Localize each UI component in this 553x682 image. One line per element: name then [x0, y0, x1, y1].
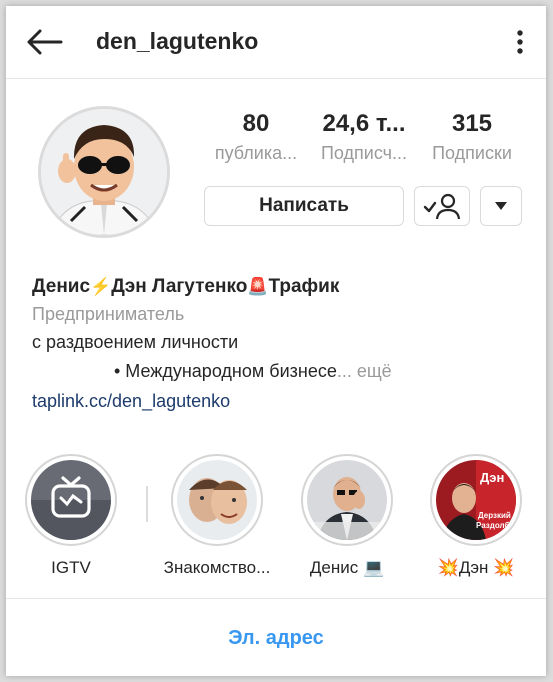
- avatar-image: [41, 109, 167, 235]
- highlight-photo: Дэн Дерзкий Раздолба: [436, 460, 516, 540]
- full-name: Денис⚡Дэн Лагутенко🚨Трафик: [32, 274, 522, 300]
- name-part-third: Трафик: [268, 276, 340, 297]
- highlight-denis[interactable]: Денис 💻: [282, 454, 412, 578]
- posts-label: публика...: [214, 143, 298, 163]
- suggested-dropdown-button[interactable]: [480, 186, 522, 226]
- highlight-photo: [177, 460, 257, 540]
- back-button[interactable]: [24, 24, 64, 60]
- bio-text-line-2-content: • Международном бизнесе: [114, 361, 337, 381]
- highlight-image: [177, 460, 257, 540]
- highlight-image: [31, 460, 111, 540]
- bio-text-line-2: • Международном бизнесе... ещё: [32, 357, 522, 386]
- user-check-icon: [423, 193, 461, 220]
- highlight-ring: [25, 454, 117, 546]
- profile-screen: den_lagutenko 80 публика... 24,6 т... По…: [6, 6, 546, 676]
- followers-label: Подписч...: [320, 143, 408, 163]
- following-count: 315: [451, 110, 493, 137]
- highlight-label: 💥Дэн 💥: [437, 558, 515, 577]
- page-title: den_lagutenko: [96, 28, 259, 54]
- stat-posts[interactable]: 80 публика...: [203, 109, 309, 164]
- highlight-label: IGTV: [51, 558, 91, 577]
- story-highlights: IGTV Знакомство... Денис 💻 Дэн Дерзкий Р…: [6, 454, 546, 584]
- profile-bio: Денис⚡Дэн Лагутенко🚨Трафик Предпринимате…: [32, 274, 522, 416]
- top-bar: den_lagutenko: [6, 6, 546, 79]
- following-button[interactable]: [414, 186, 470, 226]
- stat-followers[interactable]: 24,6 т... Подписч...: [311, 109, 417, 164]
- email-button[interactable]: Эл. адрес: [228, 627, 324, 650]
- back-arrow-icon: [27, 29, 63, 55]
- bio-website-link[interactable]: taplink.cc/den_lagutenko: [32, 386, 522, 416]
- siren-emoji: 🚨: [247, 277, 269, 296]
- igtv-icon: [31, 460, 111, 540]
- highlight-image-caption-2: Раздолба: [476, 521, 514, 530]
- following-label: Подписки: [432, 143, 512, 163]
- highlight-ring: Дэн Дерзкий Раздолба: [430, 454, 522, 546]
- lightning-emoji: ⚡: [90, 277, 112, 296]
- highlights-divider: [146, 486, 148, 522]
- name-part-second: Дэн Лагутенко: [111, 276, 248, 297]
- highlight-ring: [171, 454, 263, 546]
- bio-more-link[interactable]: ... ещё: [337, 361, 392, 381]
- highlight-label: Денис 💻: [309, 558, 385, 577]
- highlight-igtv[interactable]: IGTV: [6, 454, 136, 578]
- bio-text-line-1: с раздвоением личности: [32, 332, 239, 352]
- name-part-first: Денис: [32, 276, 91, 297]
- options-button[interactable]: [508, 24, 532, 60]
- highlight-image-caption-1: Дерзкий: [478, 511, 511, 520]
- avatar[interactable]: [38, 106, 170, 238]
- highlight-ring: [301, 454, 393, 546]
- highlight-image: [307, 460, 387, 540]
- followers-count: 24,6 т...: [322, 110, 406, 137]
- highlight-acquaintance[interactable]: Знакомство...: [152, 454, 282, 578]
- more-vertical-icon: [517, 30, 523, 54]
- highlight-image-title: Дэн: [480, 470, 504, 485]
- profile-category: Предприниматель: [32, 304, 185, 324]
- highlight-photo: [307, 460, 387, 540]
- stat-following[interactable]: 315 Подписки: [419, 109, 525, 164]
- contact-bar: Эл. адрес: [6, 598, 546, 676]
- message-button[interactable]: Написать: [204, 186, 404, 226]
- triangle-down-icon: [495, 202, 507, 210]
- profile-stats: 80 публика... 24,6 т... Подписч... 315 П…: [204, 109, 524, 169]
- posts-count: 80: [242, 110, 270, 137]
- highlight-image: Дэн Дерзкий Раздолба: [436, 460, 516, 540]
- highlight-den[interactable]: Дэн Дерзкий Раздолба 💥Дэн 💥: [411, 454, 541, 578]
- highlight-label: Знакомство...: [163, 558, 271, 577]
